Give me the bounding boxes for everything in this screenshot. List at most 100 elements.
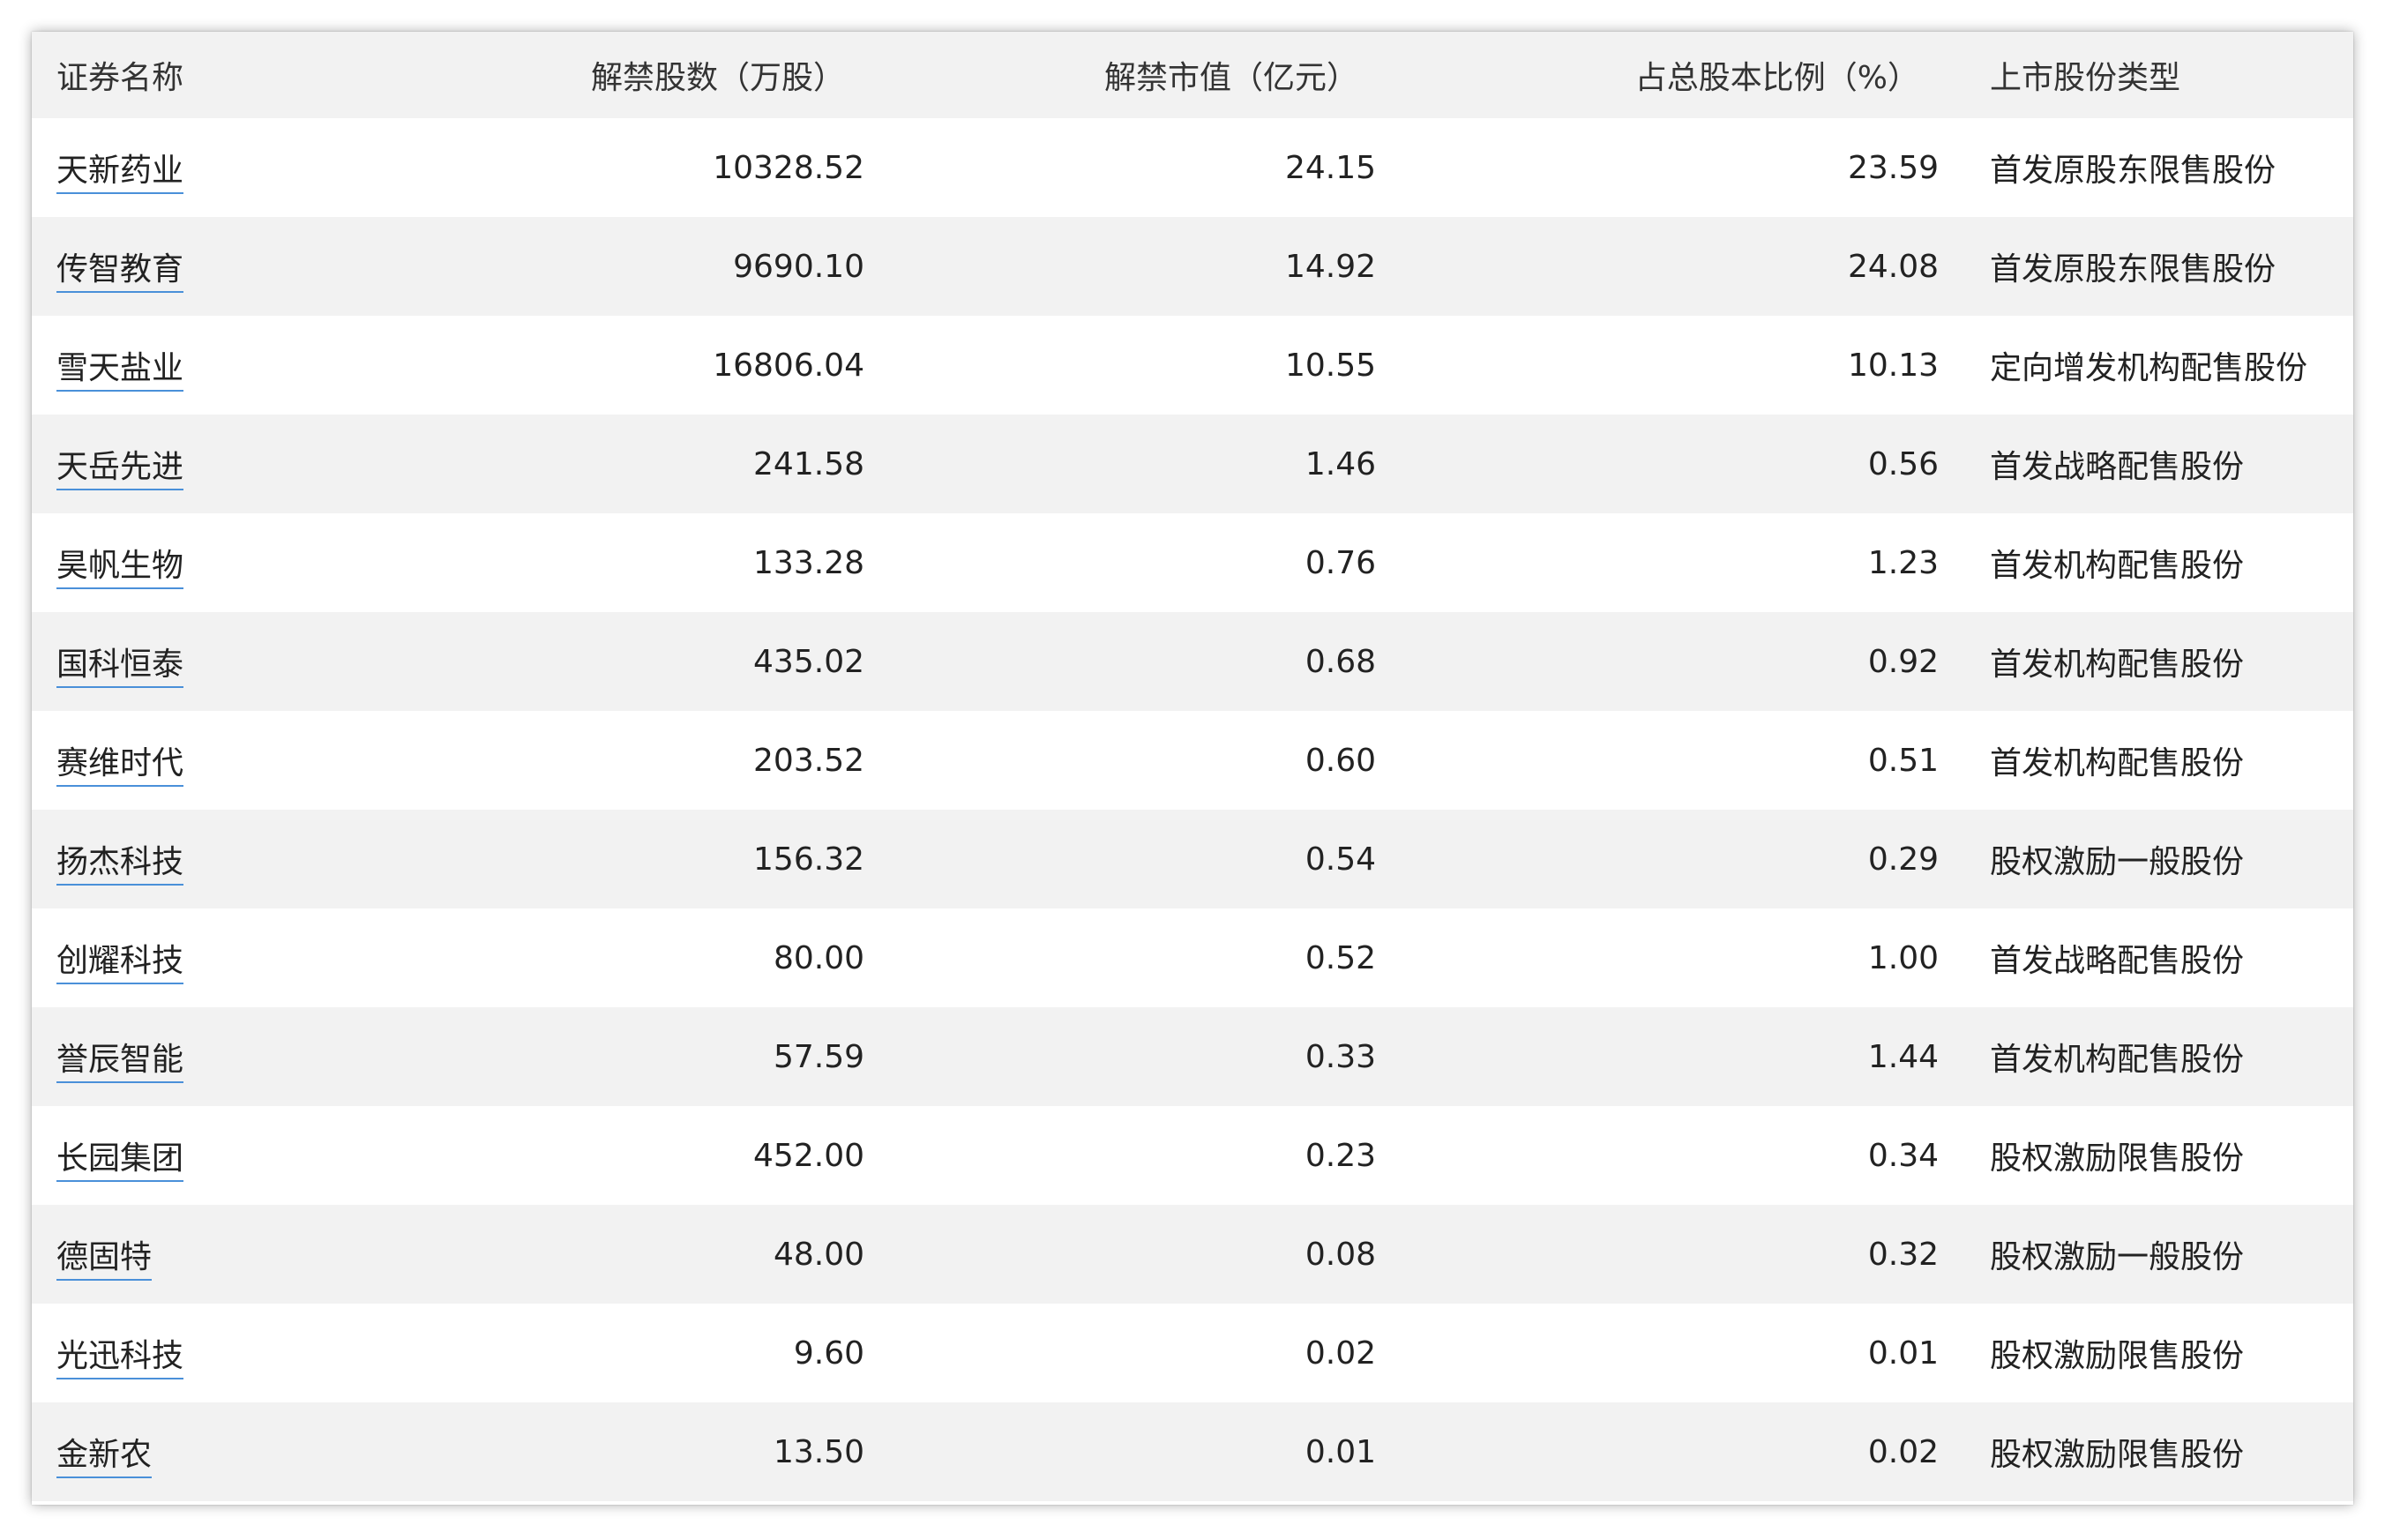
security-name-cell: 雪天盐业 bbox=[32, 316, 455, 415]
share-type-cell: 首发原股东限售股份 bbox=[1990, 251, 2277, 288]
security-name-cell: 赛维时代 bbox=[32, 711, 455, 810]
table-row: 赛维时代 203.52 0.60 0.51 首发机构配售股份 bbox=[32, 711, 2353, 810]
table-row: 天新药业 10328.52 24.15 23.59 首发原股东限售股份 bbox=[32, 118, 2353, 217]
security-name-link[interactable]: 雪天盐业 bbox=[56, 350, 184, 392]
unlock-market-value-cell: 0.60 bbox=[1305, 742, 1376, 779]
unlock-market-value-cell: 0.76 bbox=[1305, 544, 1376, 581]
security-name-link[interactable]: 传智教育 bbox=[56, 251, 184, 293]
share-ratio-cell: 1.44 bbox=[1867, 1038, 1939, 1075]
share-type-cell: 股权激励一般股份 bbox=[1990, 1239, 2245, 1275]
security-name-cell: 天新药业 bbox=[32, 118, 455, 217]
unlock-market-value-cell: 0.08 bbox=[1305, 1236, 1376, 1273]
table-row: 创耀科技 80.00 0.52 1.00 首发战略配售股份 bbox=[32, 908, 2353, 1007]
unlock-shares-cell: 80.00 bbox=[773, 939, 864, 976]
share-ratio-cell: 23.59 bbox=[1847, 149, 1939, 186]
unlock-shares-cell: 9.60 bbox=[793, 1334, 864, 1372]
security-name-link[interactable]: 金新农 bbox=[56, 1437, 153, 1478]
table-body: 天新药业 10328.52 24.15 23.59 首发原股东限售股份 传智教育 9690.… bbox=[32, 118, 2353, 1501]
security-name-link[interactable]: 天岳先进 bbox=[56, 449, 184, 490]
unlock-market-value-cell: 0.01 bbox=[1305, 1433, 1376, 1470]
unlock-market-value-cell: 0.54 bbox=[1305, 841, 1376, 878]
security-name-link[interactable]: 誉辰智能 bbox=[56, 1042, 184, 1083]
security-name-cell: 长园集团 bbox=[32, 1106, 455, 1205]
table-row: 雪天盐业 16806.04 10.55 10.13 定向增发机构配售股份 bbox=[32, 316, 2353, 415]
unlock-market-value-cell: 1.46 bbox=[1305, 445, 1376, 482]
unlock-market-value-cell: 0.23 bbox=[1305, 1137, 1376, 1174]
unlock-shares-cell: 452.00 bbox=[753, 1137, 864, 1174]
security-name-link[interactable]: 创耀科技 bbox=[56, 943, 184, 984]
share-type-cell: 首发机构配售股份 bbox=[1990, 1042, 2245, 1078]
unlock-shares-cell: 13.50 bbox=[773, 1433, 864, 1470]
share-type-cell: 股权激励限售股份 bbox=[1990, 1437, 2245, 1473]
share-type-cell: 首发机构配售股份 bbox=[1990, 548, 2245, 584]
security-name-link[interactable]: 天新药业 bbox=[56, 153, 184, 194]
table-row: 昊帆生物 133.28 0.76 1.23 首发机构配售股份 bbox=[32, 513, 2353, 612]
unlock-table: 证券名称 解禁股数（万股） 解禁市值（亿元） 占总股本比例（%） 上市股份类型 … bbox=[32, 32, 2353, 1501]
share-type-cell: 首发机构配售股份 bbox=[1990, 745, 2245, 781]
security-name-cell: 昊帆生物 bbox=[32, 513, 455, 612]
unlock-market-value-cell: 0.33 bbox=[1305, 1038, 1376, 1075]
share-ratio-cell: 0.02 bbox=[1867, 1433, 1939, 1470]
unlock-market-value-cell: 0.52 bbox=[1305, 939, 1376, 976]
security-name-link[interactable]: 国科恒泰 bbox=[56, 647, 184, 688]
share-ratio-cell: 0.56 bbox=[1867, 445, 1939, 482]
table-row: 天岳先进 241.58 1.46 0.56 首发战略配售股份 bbox=[32, 415, 2353, 513]
share-type-cell: 股权激励一般股份 bbox=[1990, 844, 2245, 880]
security-name-link[interactable]: 德固特 bbox=[56, 1239, 153, 1281]
security-name-link[interactable]: 光迅科技 bbox=[56, 1338, 184, 1379]
security-name-link[interactable]: 昊帆生物 bbox=[56, 548, 184, 589]
unlock-market-value-cell: 24.15 bbox=[1284, 149, 1376, 186]
unlock-shares-cell: 57.59 bbox=[773, 1038, 864, 1075]
unlock-shares-cell: 48.00 bbox=[773, 1236, 864, 1273]
security-name-cell: 创耀科技 bbox=[32, 908, 455, 1007]
share-ratio-cell: 0.92 bbox=[1867, 643, 1939, 680]
unlock-shares-cell: 9690.10 bbox=[733, 248, 864, 285]
security-name-cell: 天岳先进 bbox=[32, 415, 455, 513]
share-ratio-cell: 1.00 bbox=[1867, 939, 1939, 976]
table-row: 传智教育 9690.10 14.92 24.08 首发原股东限售股份 bbox=[32, 217, 2353, 316]
share-ratio-cell: 1.23 bbox=[1867, 544, 1939, 581]
table-row: 誉辰智能 57.59 0.33 1.44 首发机构配售股份 bbox=[32, 1007, 2353, 1106]
unlock-market-value-cell: 0.68 bbox=[1305, 643, 1376, 680]
share-type-cell: 股权激励限售股份 bbox=[1990, 1140, 2245, 1177]
header-unlock-shares: 解禁股数（万股） bbox=[590, 60, 845, 96]
share-type-cell: 首发机构配售股份 bbox=[1990, 647, 2245, 683]
table-row: 光迅科技 9.60 0.02 0.01 股权激励限售股份 bbox=[32, 1304, 2353, 1402]
unlock-shares-cell: 10328.52 bbox=[713, 149, 864, 186]
security-name-link[interactable]: 赛维时代 bbox=[56, 745, 184, 787]
security-name-cell: 国科恒泰 bbox=[32, 612, 455, 711]
share-type-cell: 首发原股东限售股份 bbox=[1990, 153, 2277, 189]
unlock-market-value-cell: 10.55 bbox=[1284, 347, 1376, 384]
share-type-cell: 定向增发机构配售股份 bbox=[1990, 350, 2308, 386]
unlock-table-card: 证券名称 解禁股数（万股） 解禁市值（亿元） 占总股本比例（%） 上市股份类型 … bbox=[32, 32, 2353, 1505]
header-unlock-market-value: 解禁市值（亿元） bbox=[1103, 60, 1358, 96]
table-row: 金新农 13.50 0.01 0.02 股权激励限售股份 bbox=[32, 1402, 2353, 1501]
header-share-ratio: 占总股本比例（%） bbox=[1634, 60, 1919, 96]
security-name-link[interactable]: 长园集团 bbox=[56, 1140, 184, 1182]
share-type-cell: 首发战略配售股份 bbox=[1990, 449, 2245, 485]
table-row: 国科恒泰 435.02 0.68 0.92 首发机构配售股份 bbox=[32, 612, 2353, 711]
security-name-cell: 扬杰科技 bbox=[32, 810, 455, 908]
unlock-shares-cell: 203.52 bbox=[753, 742, 864, 779]
unlock-market-value-cell: 0.02 bbox=[1305, 1334, 1376, 1372]
share-ratio-cell: 10.13 bbox=[1847, 347, 1939, 384]
share-ratio-cell: 0.32 bbox=[1867, 1236, 1939, 1273]
share-type-cell: 首发战略配售股份 bbox=[1990, 943, 2245, 979]
unlock-shares-cell: 435.02 bbox=[753, 643, 864, 680]
table-header-row: 证券名称 解禁股数（万股） 解禁市值（亿元） 占总股本比例（%） 上市股份类型 bbox=[32, 32, 2353, 118]
security-name-cell: 光迅科技 bbox=[32, 1304, 455, 1402]
table-row: 德固特 48.00 0.08 0.32 股权激励一般股份 bbox=[32, 1205, 2353, 1304]
security-name-cell: 德固特 bbox=[32, 1205, 455, 1304]
unlock-shares-cell: 16806.04 bbox=[713, 347, 864, 384]
unlock-market-value-cell: 14.92 bbox=[1284, 248, 1376, 285]
table-row: 长园集团 452.00 0.23 0.34 股权激励限售股份 bbox=[32, 1106, 2353, 1205]
header-security-name: 证券名称 bbox=[56, 60, 184, 96]
share-ratio-cell: 0.01 bbox=[1867, 1334, 1939, 1372]
share-ratio-cell: 24.08 bbox=[1847, 248, 1939, 285]
unlock-shares-cell: 133.28 bbox=[753, 544, 864, 581]
table-row: 扬杰科技 156.32 0.54 0.29 股权激励一般股份 bbox=[32, 810, 2353, 908]
security-name-cell: 传智教育 bbox=[32, 217, 455, 316]
header-share-type: 上市股份类型 bbox=[1990, 60, 2181, 96]
share-ratio-cell: 0.51 bbox=[1867, 742, 1939, 779]
security-name-link[interactable]: 扬杰科技 bbox=[56, 844, 184, 886]
